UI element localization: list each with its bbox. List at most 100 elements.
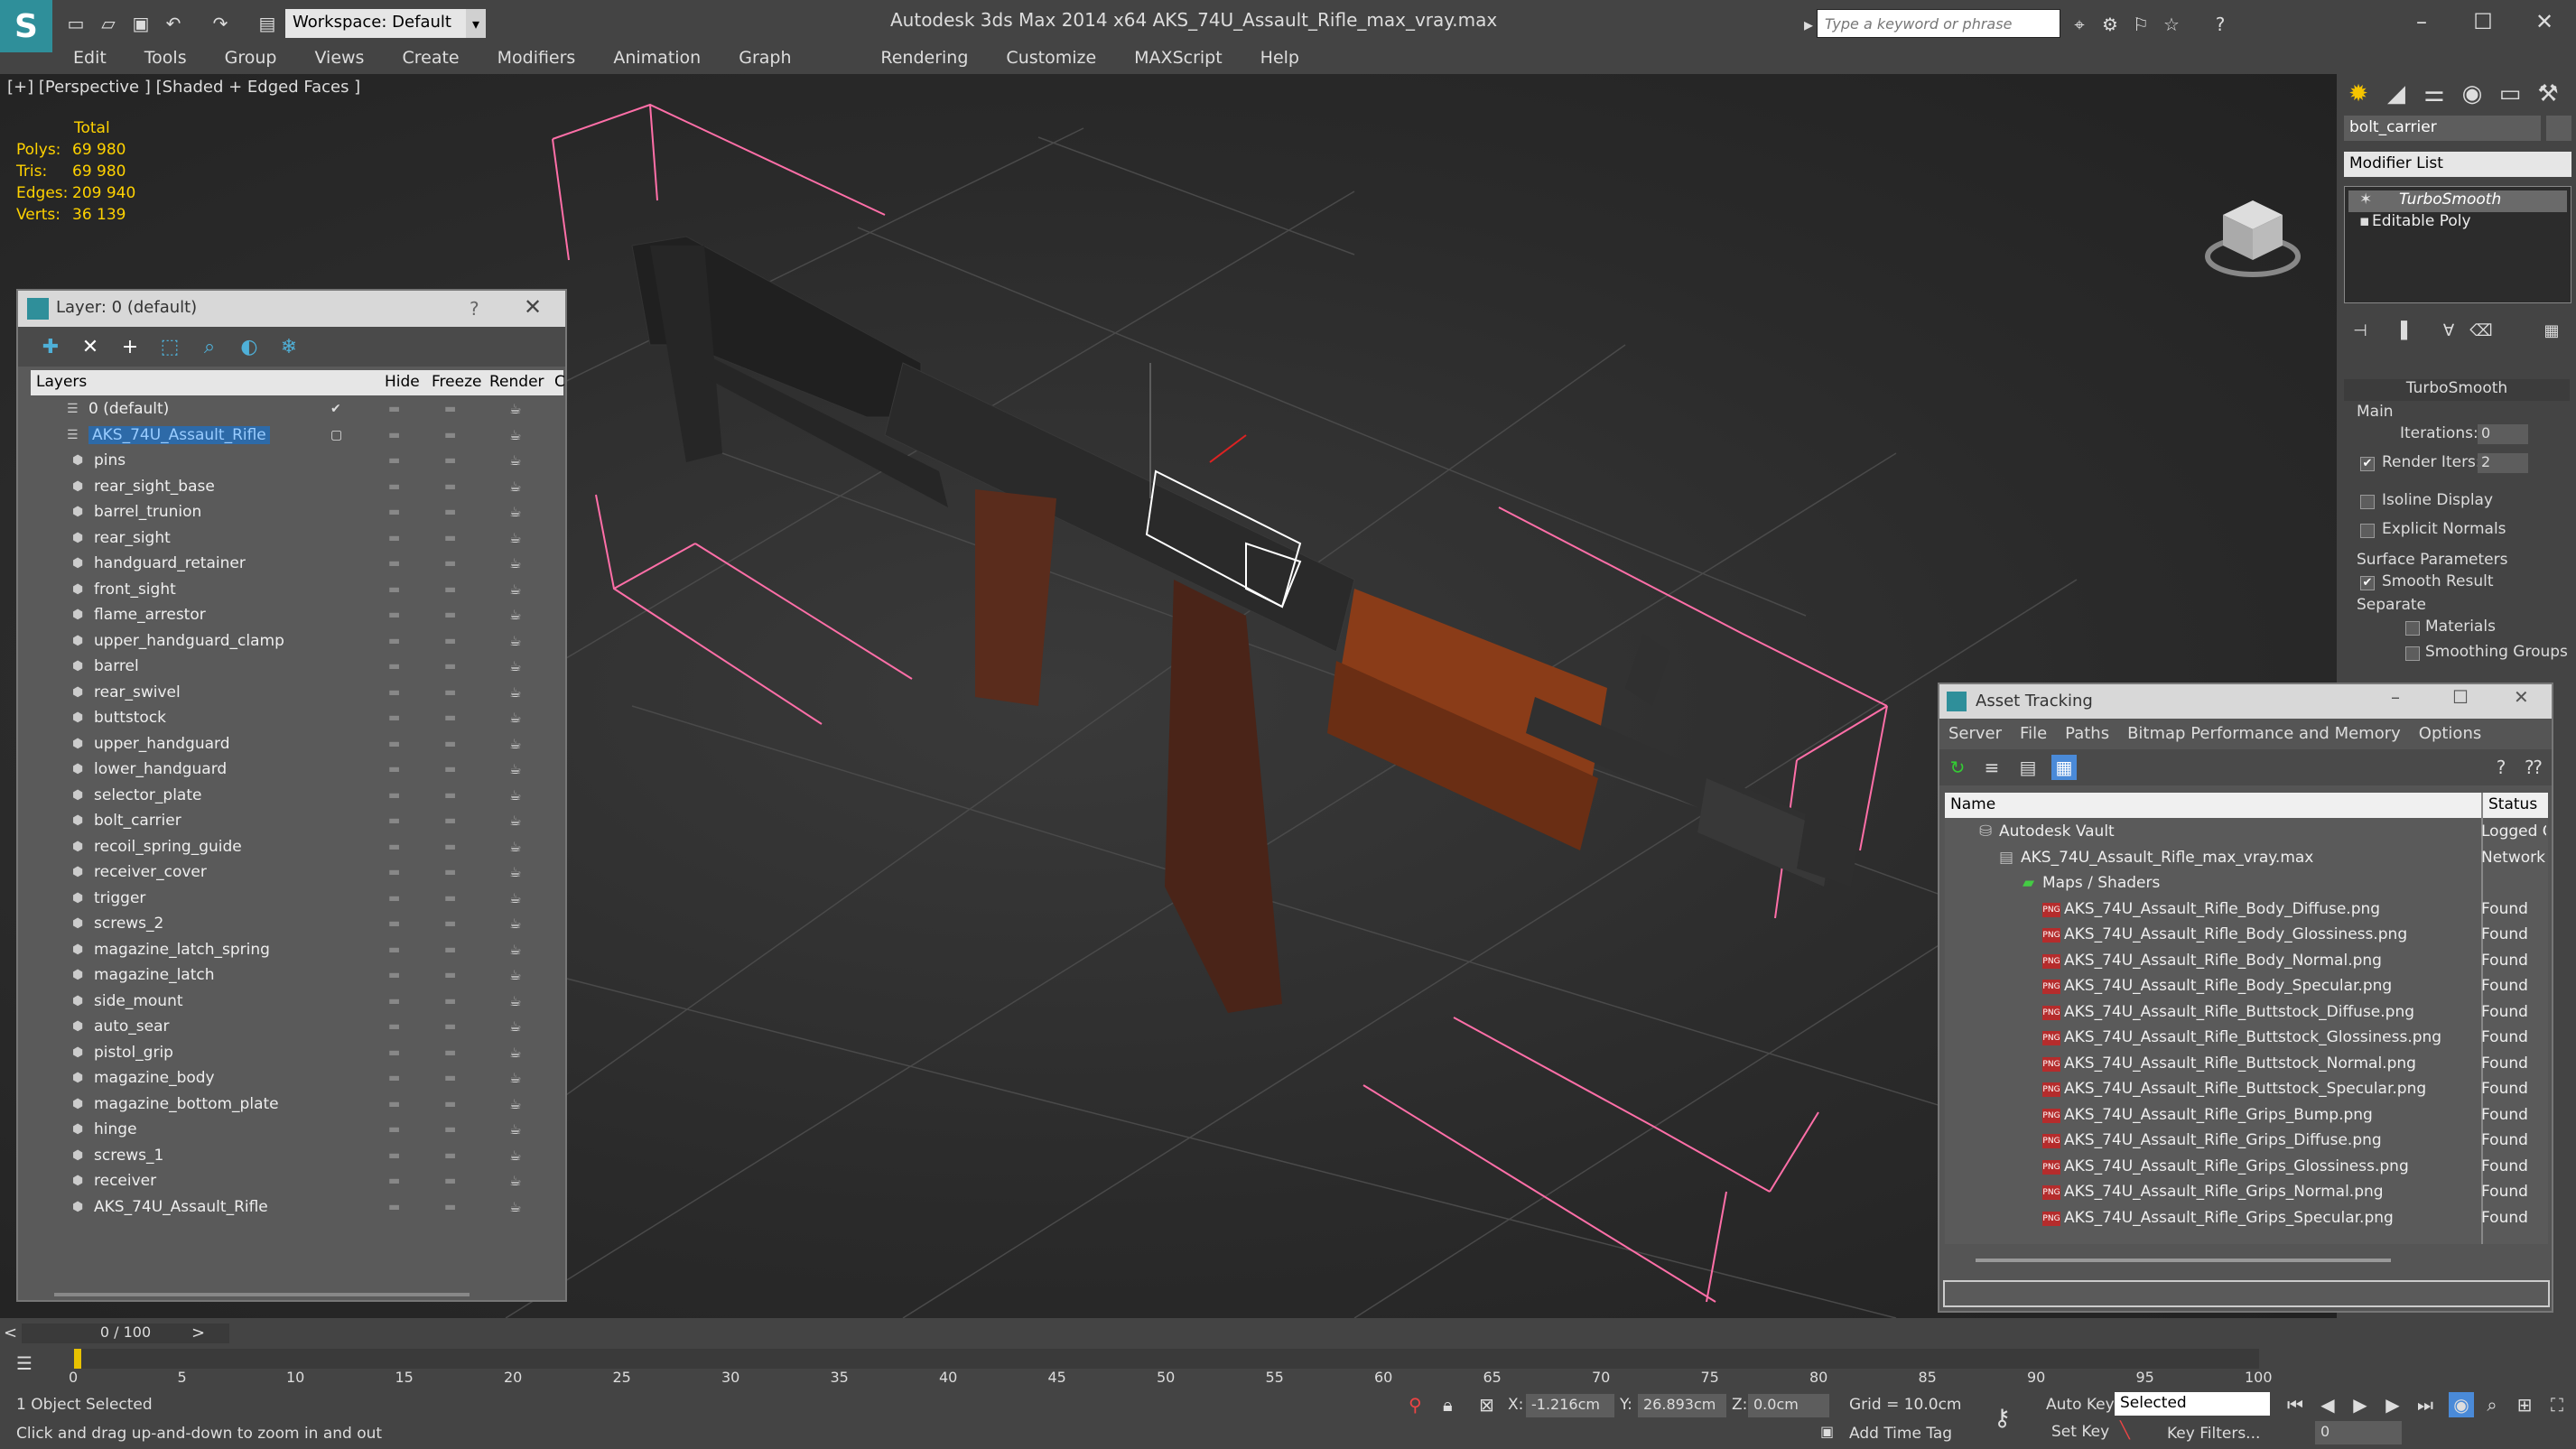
render-teapot-icon[interactable]: ☕︎ bbox=[509, 1045, 521, 1061]
x-coordinate-field[interactable]: -1.216cm bbox=[1526, 1394, 1614, 1417]
render-teapot-icon[interactable]: ☕︎ bbox=[509, 452, 521, 469]
asset-menu-paths[interactable]: Paths bbox=[2056, 719, 2118, 749]
search-expand-icon[interactable]: ▸ bbox=[1800, 11, 1817, 38]
key-icon[interactable]: ⚷ bbox=[1994, 1405, 2011, 1432]
menu-rendering[interactable]: Rendering bbox=[861, 45, 987, 70]
minimize-icon[interactable]: – bbox=[2395, 5, 2449, 38]
layer-object-row[interactable]: ⬢ side_mount ▬ ▬ ☕︎ bbox=[31, 989, 563, 1016]
freeze-toggle[interactable]: ▬ bbox=[444, 1200, 456, 1214]
current-layer-box-icon[interactable]: ▢ bbox=[330, 428, 342, 442]
auto-key-button[interactable]: Auto Key bbox=[2046, 1396, 2115, 1414]
open-file-icon[interactable]: ▱ bbox=[94, 9, 123, 38]
freeze-toggle[interactable]: ▬ bbox=[444, 813, 456, 828]
help-icon[interactable]: ? bbox=[2488, 755, 2514, 780]
freeze-toggle[interactable]: ▬ bbox=[444, 556, 456, 571]
freeze-toggle[interactable]: ▬ bbox=[444, 1148, 456, 1163]
render-teapot-icon[interactable]: ☕︎ bbox=[509, 530, 521, 546]
menu-animation[interactable]: Animation bbox=[594, 45, 720, 70]
menu-modifiers[interactable]: Modifiers bbox=[479, 45, 595, 70]
asset-menu-bitmap-performance[interactable]: Bitmap Performance and Memory bbox=[2118, 719, 2410, 749]
z-coordinate-field[interactable]: 0.0cm bbox=[1748, 1394, 1829, 1417]
layer-object-row[interactable]: ⬢ recoil_spring_guide ▬ ▬ ☕︎ bbox=[31, 835, 563, 861]
freeze-toggle[interactable]: ▬ bbox=[444, 1019, 456, 1034]
zoom-icon[interactable]: ⌕ bbox=[2479, 1392, 2505, 1417]
table-view-icon[interactable]: ▦ bbox=[2051, 755, 2077, 780]
lock-selection-icon[interactable]: 🔒︎ bbox=[1443, 1394, 1453, 1416]
asset-row-vault[interactable]: ⛁ Autodesk Vault Logged O bbox=[1945, 820, 2548, 846]
freeze-toggle[interactable]: ▬ bbox=[444, 788, 456, 803]
hierarchy-tab-icon[interactable]: ⚌ bbox=[2418, 78, 2450, 110]
horizontal-scrollbar[interactable] bbox=[1976, 1259, 2391, 1262]
render-teapot-icon[interactable]: ☕︎ bbox=[509, 710, 521, 726]
layer-object-row[interactable]: ⬢ magazine_latch ▬ ▬ ☕︎ bbox=[31, 963, 563, 989]
hide-toggle[interactable]: ▬ bbox=[388, 556, 400, 571]
minimize-icon[interactable]: – bbox=[2391, 686, 2400, 708]
render-teapot-icon[interactable]: ☕︎ bbox=[509, 1121, 521, 1138]
light-bulb-icon[interactable]: ✶ bbox=[2359, 190, 2372, 209]
layer-object-row[interactable]: ⬢ front_sight ▬ ▬ ☕︎ bbox=[31, 578, 563, 604]
display-tab-icon[interactable]: ▭ bbox=[2494, 78, 2526, 110]
pin-stack-icon[interactable]: ⊣ bbox=[2344, 314, 2376, 347]
help-context-icon[interactable]: ⁇ bbox=[2521, 755, 2546, 780]
asset-menu-options[interactable]: Options bbox=[2410, 719, 2490, 749]
layer-object-row[interactable]: ⬢ auto_sear ▬ ▬ ☕︎ bbox=[31, 1015, 563, 1041]
binoculars-icon[interactable]: ⌖ bbox=[2066, 11, 2093, 38]
freeze-toggle[interactable]: ▬ bbox=[444, 608, 456, 622]
render-teapot-icon[interactable]: ☕︎ bbox=[509, 736, 521, 752]
menu-graph-editors[interactable]: Graph Editors bbox=[720, 45, 861, 93]
hide-toggle[interactable]: ▬ bbox=[388, 1071, 400, 1085]
layer-dialog-title[interactable]: Layer: 0 (default) bbox=[18, 291, 565, 327]
hide-toggle[interactable]: ▬ bbox=[388, 1148, 400, 1163]
next-frame-icon[interactable]: > bbox=[191, 1324, 205, 1342]
render-teapot-icon[interactable]: ☕︎ bbox=[509, 555, 521, 571]
select-objects-icon[interactable]: ⬚ bbox=[155, 334, 184, 359]
render-teapot-icon[interactable]: ☕︎ bbox=[509, 761, 521, 777]
make-unique-icon[interactable]: ∀ bbox=[2432, 314, 2465, 347]
close-icon[interactable]: ✕ bbox=[2514, 686, 2529, 708]
layer-row[interactable]: ☰ AKS_74U_Assault_Rifle ▢ ▬ ▬ ☕︎ bbox=[31, 423, 563, 450]
track-bar[interactable]: ☰ 0 5 10 15 20 25 30 35 40 45 50 55 60 65 70 75 80 85 90 95… bbox=[0, 1345, 2576, 1389]
freeze-toggle[interactable]: ▬ bbox=[444, 865, 456, 879]
time-slider[interactable]: < 0 / 100 > bbox=[0, 1322, 2576, 1345]
layer-object-row[interactable]: ⬢ screws_1 ▬ ▬ ☕︎ bbox=[31, 1144, 563, 1170]
freeze-toggle[interactable]: ▬ bbox=[444, 1122, 456, 1137]
asset-row-map[interactable]: PNG AKS_74U_Assault_Rifle_Buttstock_Gloss… bbox=[1945, 1026, 2548, 1052]
layer-object-row[interactable]: ⬢ pistol_grip ▬ ▬ ☕︎ bbox=[31, 1041, 563, 1067]
freeze-toggle[interactable]: ▬ bbox=[444, 891, 456, 906]
hide-toggle[interactable]: ▬ bbox=[388, 1019, 400, 1034]
layer-object-row[interactable]: ⬢ selector_plate ▬ ▬ ☕︎ bbox=[31, 784, 563, 810]
render-teapot-icon[interactable]: ☕︎ bbox=[509, 1147, 521, 1164]
add-time-tag[interactable]: Add Time Tag bbox=[1849, 1425, 1952, 1443]
freeze-toggle[interactable]: ▬ bbox=[444, 659, 456, 673]
workspace-dropdown[interactable]: Workspace: Default bbox=[285, 9, 484, 38]
chevron-down-icon[interactable]: ▾ bbox=[466, 9, 486, 38]
absolute-mode-icon[interactable]: ⊠ bbox=[1479, 1394, 1494, 1416]
viewcube-icon[interactable] bbox=[2203, 191, 2302, 282]
render-teapot-icon[interactable]: ☕︎ bbox=[509, 787, 521, 803]
render-teapot-icon[interactable]: ☕︎ bbox=[509, 1199, 521, 1215]
maximize-icon[interactable]: ☐ bbox=[2452, 686, 2469, 708]
current-layer-check-icon[interactable]: ✔ bbox=[330, 402, 341, 416]
menu-customize[interactable]: Customize bbox=[987, 45, 1115, 70]
asset-row-map[interactable]: PNG AKS_74U_Assault_Rifle_Grips_Bump.png F… bbox=[1945, 1103, 2548, 1129]
render-iters-spinner[interactable]: 2 bbox=[2478, 453, 2528, 473]
key-mode-toggle-icon[interactable]: ◉ bbox=[2449, 1392, 2474, 1417]
menu-edit[interactable]: Edit bbox=[54, 45, 126, 70]
layer-object-row[interactable]: ⬢ flame_arrestor ▬ ▬ ☕︎ bbox=[31, 603, 563, 629]
key-selection-dropdown[interactable]: Selected bbox=[2115, 1392, 2270, 1416]
help-icon[interactable]: ? bbox=[470, 298, 479, 320]
subscription-icon[interactable]: ⚙ bbox=[2097, 11, 2124, 38]
set-key-mode-icon[interactable]: ╲ bbox=[2120, 1421, 2130, 1440]
modifier-list-dropdown[interactable]: Modifier List bbox=[2344, 152, 2571, 177]
highlight-layer-icon[interactable]: ⌕ bbox=[195, 334, 224, 359]
asset-row-map[interactable]: PNG AKS_74U_Assault_Rifle_Buttstock_Specu… bbox=[1945, 1077, 2548, 1103]
freeze-toggle[interactable]: ▬ bbox=[444, 968, 456, 982]
previous-key-icon[interactable]: ◀ bbox=[2315, 1392, 2340, 1417]
col-layers[interactable]: Layers bbox=[36, 373, 87, 391]
layer-object-row[interactable]: ⬢ magazine_body ▬ ▬ ☕︎ bbox=[31, 1066, 563, 1092]
render-teapot-icon[interactable]: ☕︎ bbox=[509, 1018, 521, 1035]
undo-icon[interactable]: ↶ bbox=[159, 9, 188, 38]
freeze-all-icon[interactable]: ❄ bbox=[274, 334, 303, 359]
hide-toggle[interactable]: ▬ bbox=[388, 685, 400, 700]
render-teapot-icon[interactable]: ☕︎ bbox=[509, 581, 521, 598]
